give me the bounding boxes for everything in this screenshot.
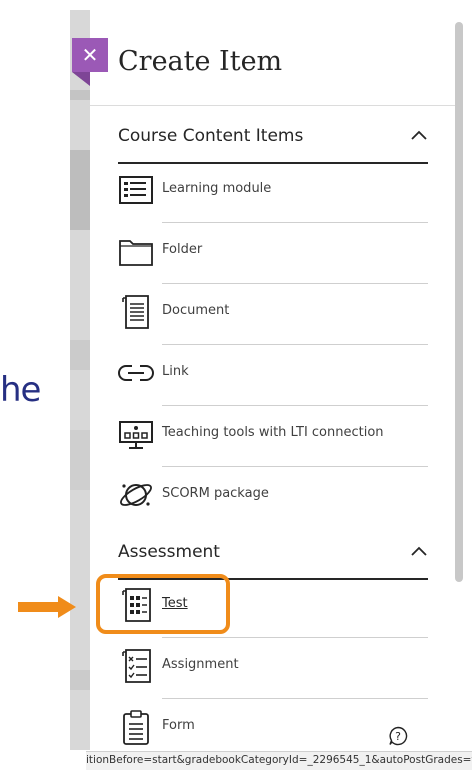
item-label: Form <box>162 718 195 733</box>
folder-icon <box>119 240 153 266</box>
item-label: SCORM package <box>162 486 269 501</box>
scorm-icon <box>120 484 152 506</box>
chevron-up-icon <box>411 130 427 140</box>
section-course-content-header[interactable]: Course Content Items <box>118 118 428 164</box>
item-label: Learning module <box>162 181 272 196</box>
close-tab-tail <box>72 72 90 86</box>
status-bar-url: itionBefore=start&gradebookCategoryId=_2… <box>86 751 472 770</box>
background-strip <box>70 10 90 750</box>
item-label: Document <box>162 303 230 318</box>
item-assignment[interactable]: Assignment <box>118 634 428 699</box>
learning-module-icon <box>119 176 153 204</box>
document-icon <box>122 295 149 329</box>
close-icon: ✕ <box>81 43 99 67</box>
item-document[interactable]: Document <box>118 280 428 345</box>
item-label: Link <box>162 364 189 379</box>
assignment-icon <box>122 649 151 683</box>
background-page: he <box>0 0 70 769</box>
panel-scrollbar[interactable] <box>455 22 463 582</box>
test-highlight-box <box>96 574 230 634</box>
item-label: Folder <box>162 242 203 257</box>
divider <box>90 105 458 106</box>
section-assessment-header[interactable]: Assessment <box>118 534 428 580</box>
orange-arrow-icon <box>18 596 76 618</box>
item-form[interactable]: Form <box>118 695 428 751</box>
create-item-panel: Create Item Course Content Items Learnin… <box>90 10 458 751</box>
item-scorm-package[interactable]: SCORM package <box>118 463 428 523</box>
link-icon <box>118 365 154 381</box>
chevron-up-icon <box>411 546 427 556</box>
form-icon <box>123 710 149 745</box>
item-learning-module[interactable]: Learning module <box>118 158 428 223</box>
close-button[interactable]: ✕ <box>72 38 108 72</box>
lti-tool-icon <box>119 421 153 449</box>
section-label: Assessment <box>118 542 220 562</box>
item-folder[interactable]: Folder <box>118 219 428 284</box>
item-label: Assignment <box>162 657 239 672</box>
section-label: Course Content Items <box>118 126 304 146</box>
panel-title: Create Item <box>118 46 283 77</box>
item-label: Teaching tools with LTI connection <box>162 425 384 440</box>
item-teaching-tools-lti[interactable]: Teaching tools with LTI connection <box>118 402 428 467</box>
background-partial-text: he <box>0 370 41 410</box>
help-icon[interactable]: ? <box>388 726 408 746</box>
svg-text:?: ? <box>395 730 401 743</box>
item-link[interactable]: Link <box>118 341 428 406</box>
